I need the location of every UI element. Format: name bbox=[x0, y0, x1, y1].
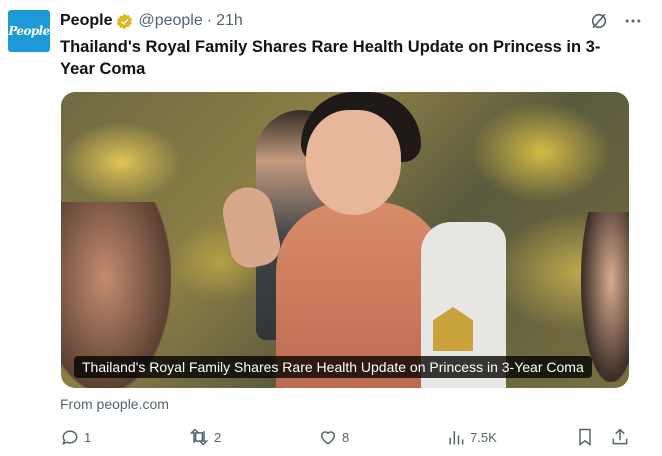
views-icon bbox=[449, 431, 464, 445]
reply-button[interactable]: 1 bbox=[60, 426, 91, 448]
repost-button[interactable]: 2 bbox=[188, 426, 221, 448]
repost-icon bbox=[189, 428, 209, 446]
more-icon[interactable] bbox=[624, 12, 642, 30]
link-source[interactable]: From people.com bbox=[60, 396, 169, 412]
post-time[interactable]: 21h bbox=[216, 12, 243, 30]
header-actions bbox=[590, 12, 642, 30]
article-card-image[interactable]: Thailand's Royal Family Shares Rare Heal… bbox=[61, 92, 629, 388]
post-title: Thailand's Royal Family Shares Rare Heal… bbox=[60, 38, 601, 78]
verified-badge-icon bbox=[117, 13, 133, 29]
reply-icon bbox=[62, 430, 78, 445]
author-handle[interactable]: @people bbox=[138, 12, 202, 30]
reply-count: 1 bbox=[84, 429, 92, 445]
avatar-logo-text: People bbox=[8, 24, 50, 38]
media-caption: Thailand's Royal Family Shares Rare Heal… bbox=[74, 356, 592, 378]
share-button[interactable] bbox=[610, 426, 630, 448]
repost-count: 2 bbox=[214, 429, 222, 445]
avatar[interactable]: People bbox=[8, 10, 50, 52]
action-bar: 1 2 8 7.5K bbox=[58, 426, 634, 448]
share-icon bbox=[612, 428, 628, 445]
like-count: 8 bbox=[342, 429, 350, 445]
grok-icon[interactable] bbox=[590, 12, 608, 30]
like-icon bbox=[320, 431, 336, 445]
bookmark-button[interactable] bbox=[575, 426, 595, 448]
post-header: People @people · 21h bbox=[60, 10, 642, 32]
like-button[interactable]: 8 bbox=[318, 426, 349, 448]
bookmark-icon bbox=[579, 428, 591, 446]
author-name[interactable]: People bbox=[60, 12, 112, 30]
princess-face bbox=[306, 110, 401, 215]
separator-dot: · bbox=[206, 12, 213, 29]
views-button[interactable]: 7.5K bbox=[446, 426, 497, 448]
views-count: 7.5K bbox=[470, 429, 497, 445]
